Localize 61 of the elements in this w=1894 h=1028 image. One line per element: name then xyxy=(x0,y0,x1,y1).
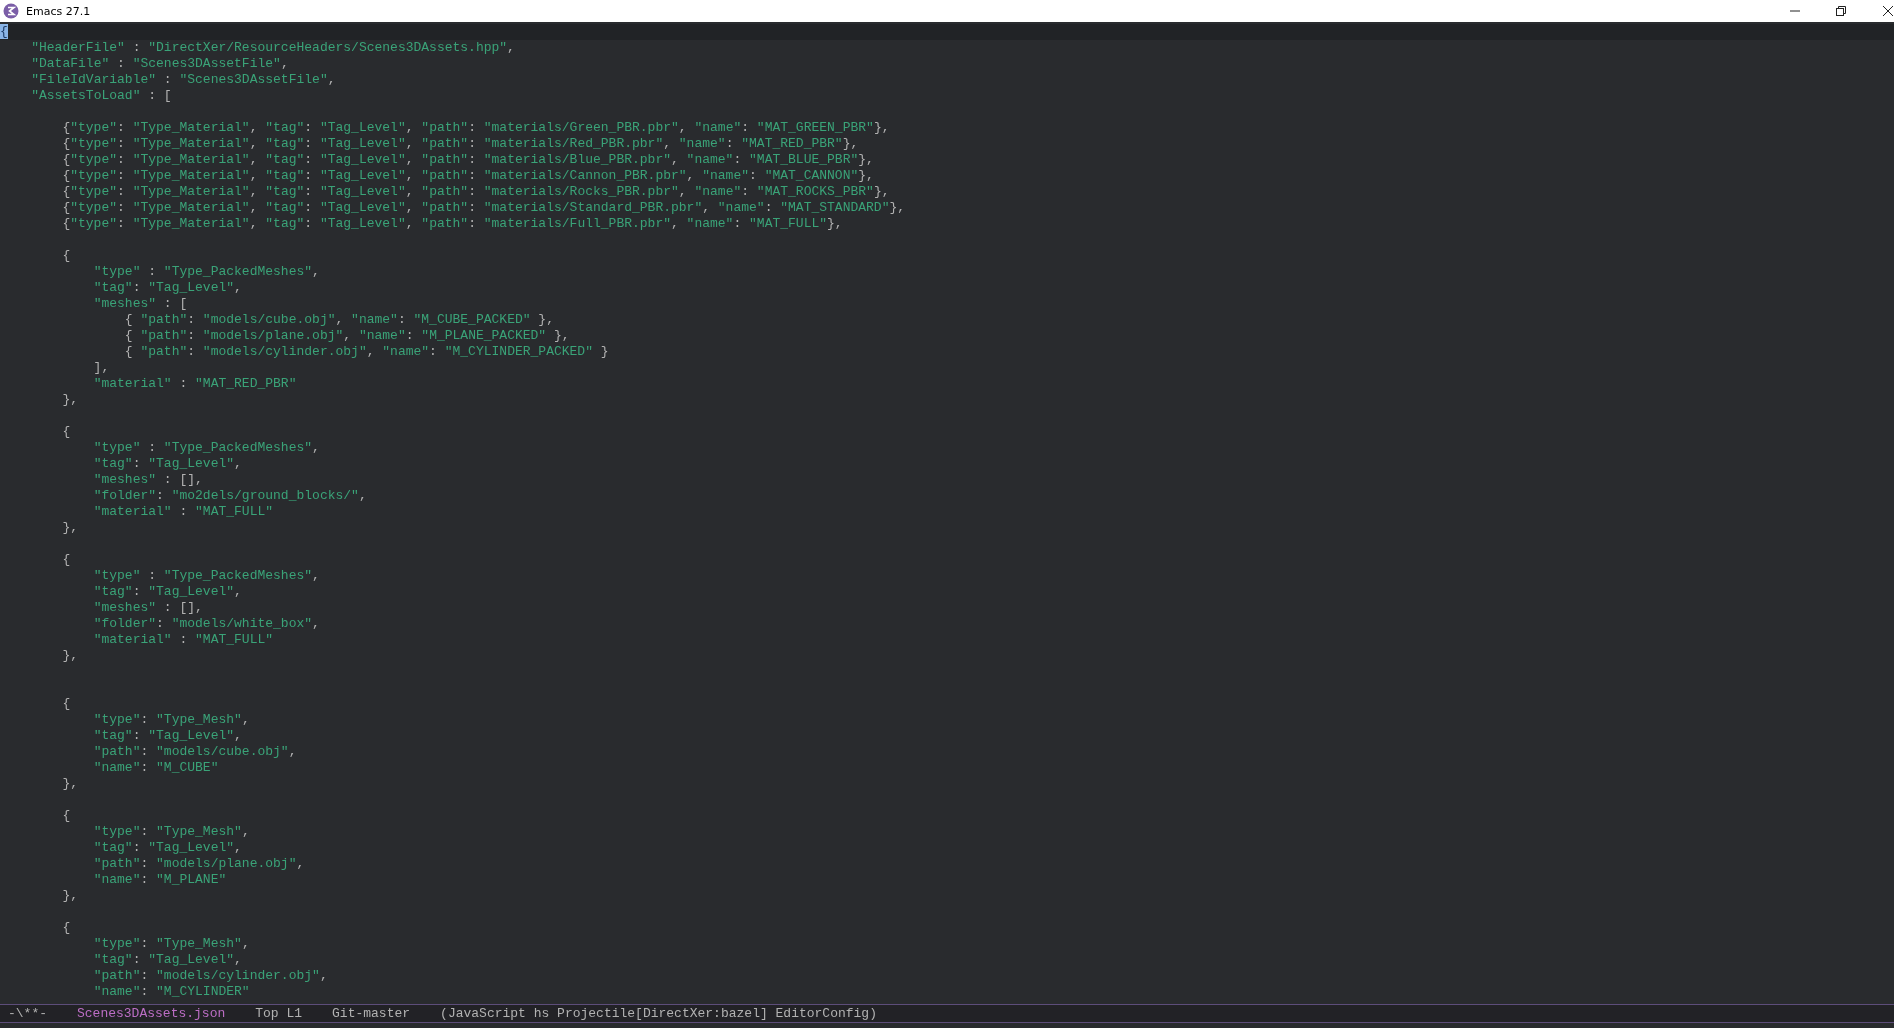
emacs-logo-icon xyxy=(3,3,19,19)
code-line: "tag": "Tag_Level", xyxy=(92,584,242,600)
code-line: "HeaderFile" : "DirectXer/ResourceHeaders/Scenes3DAssets.hpp", xyxy=(30,40,515,56)
code-line: }, xyxy=(61,776,78,792)
modified-status: -\**- xyxy=(8,1006,47,1021)
code-line: }, xyxy=(61,648,78,664)
code-line: {"type": "Type_Material", "tag": "Tag_Level", "path": "materials/Standard_PBR.pbr", "name": "MAT_STANDARD"}, xyxy=(61,200,906,216)
code-line: "DataFile" : "Scenes3DAssetFile", xyxy=(30,56,289,72)
code-line: { xyxy=(61,424,71,440)
code-line: { xyxy=(61,696,71,712)
code-line: "meshes" : [], xyxy=(92,472,203,488)
code-line: {"type": "Type_Material", "tag": "Tag_Level", "path": "materials/Rocks_PBR.pbr", "name": "MAT_ROCKS_PBR"}, xyxy=(61,184,890,200)
code-line: }, xyxy=(61,392,78,408)
code-line: "tag": "Tag_Level", xyxy=(92,280,242,296)
code-line: ], xyxy=(92,360,110,376)
code-line: "material" : "MAT_FULL" xyxy=(92,504,274,520)
code-line: "path": "models/cube.obj", xyxy=(92,744,297,760)
code-line: { "path": "models/cylinder.obj", "name": "M_CYLINDER_PACKED" } xyxy=(123,344,609,360)
code-line: "type" : "Type_PackedMeshes", xyxy=(92,264,320,280)
code-line: "tag": "Tag_Level", xyxy=(92,728,242,744)
code-line: "folder": "models/white_box", xyxy=(92,616,320,632)
code-line: "material" : "MAT_FULL" xyxy=(92,632,274,648)
code-line: "type" : "Type_PackedMeshes", xyxy=(92,568,320,584)
code-line: { xyxy=(61,552,71,568)
code-line: "type": "Type_Mesh", xyxy=(92,936,250,952)
code-line: "AssetsToLoad" : [ xyxy=(30,88,172,104)
code-line: "name": "M_PLANE" xyxy=(92,872,227,888)
code-line: {"type": "Type_Material", "tag": "Tag_Level", "path": "materials/Full_PBR.pbr", "name": "MAT_FULL"}, xyxy=(61,216,843,232)
code-line: "path": "models/cylinder.obj", xyxy=(92,968,328,984)
line-position: Top L1 xyxy=(255,1006,303,1021)
code-line: "tag": "Tag_Level", xyxy=(92,456,242,472)
code-line: { "path": "models/cube.obj", "name": "M_CUBE_PACKED" }, xyxy=(123,312,554,328)
code-line: {"type": "Type_Material", "tag": "Tag_Level", "path": "materials/Blue_PBR.pbr", "name": "MAT_BLUE_PBR"}, xyxy=(61,152,874,168)
code-line: "tag": "Tag_Level", xyxy=(92,952,242,968)
buffer-name: Scenes3DAssets.json xyxy=(77,1006,226,1021)
vc-branch: Git-master xyxy=(332,1006,411,1021)
code-line: {"type": "Type_Material", "tag": "Tag_Level", "path": "materials/Cannon_PBR.pbr", "name": "MAT_CANNON"}, xyxy=(61,168,874,184)
code-line: { "path": "models/plane.obj", "name": "M_PLANE_PACKED" }, xyxy=(123,328,570,344)
close-icon xyxy=(1882,5,1894,17)
code-line: { xyxy=(61,808,71,824)
code-line: "type": "Type_Mesh", xyxy=(92,712,250,728)
code-line: "meshes" : [], xyxy=(92,600,203,616)
window-title: Emacs 27.1 xyxy=(26,4,91,18)
code-line: "name": "M_CYLINDER" xyxy=(92,984,250,1000)
code-line: {"type": "Type_Material", "tag": "Tag_Level", "path": "materials/Red_PBR.pbr", "name": "MAT_RED_PBR"}, xyxy=(61,136,859,152)
code-line: "material" : "MAT_RED_PBR" xyxy=(92,376,297,392)
code-line: { xyxy=(61,248,71,264)
code-line: "type" : "Type_PackedMeshes", xyxy=(92,440,320,456)
code-line: "path": "models/plane.obj", xyxy=(92,856,305,872)
code-line: "meshes" : [ xyxy=(92,296,188,312)
code-line: { xyxy=(61,920,71,936)
code-line: {"type": "Type_Material", "tag": "Tag_Level", "path": "materials/Green_PBR.pbr", "name": "MAT_GREEN_PBR"}, xyxy=(61,120,890,136)
major-minor-modes: (JavaScript hs Projectile[DirectXer:bazel] EditorConfig) xyxy=(440,1006,877,1021)
code-line: "tag": "Tag_Level", xyxy=(92,840,242,856)
code-line: "FileIdVariable" : "Scenes3DAssetFile", xyxy=(30,72,336,88)
code-line: }, xyxy=(61,520,78,536)
code-line: "folder": "mo2dels/ground_blocks/", xyxy=(92,488,367,504)
code-line: "type": "Type_Mesh", xyxy=(92,824,250,840)
code-line: }, xyxy=(61,888,78,904)
restore-icon xyxy=(1835,5,1847,17)
code-line: "name": "M_CUBE" xyxy=(92,760,219,776)
